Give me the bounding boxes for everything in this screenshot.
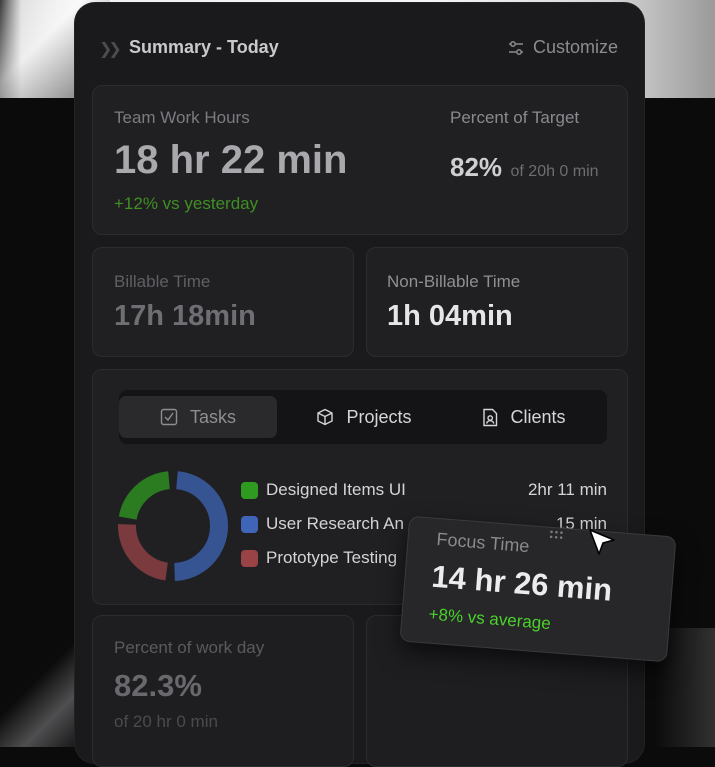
contact-file-icon bbox=[483, 408, 498, 426]
work-day-of: of 20 hr 0 min bbox=[114, 712, 218, 731]
legend-item[interactable]: Prototype Testing bbox=[241, 545, 397, 571]
donut-segment bbox=[118, 471, 171, 521]
tab-projects[interactable]: Projects bbox=[299, 396, 429, 438]
tab-tasks[interactable]: Tasks bbox=[119, 396, 277, 438]
work-day-card: Percent of work day 82.3% of 20 hr 0 min bbox=[92, 615, 354, 767]
chevrons-right-icon[interactable]: ❯❯ bbox=[99, 39, 122, 59]
legend-item[interactable]: User Research An bbox=[241, 511, 404, 537]
tab-clients-label: Clients bbox=[510, 406, 566, 427]
legend-swatch bbox=[241, 515, 258, 533]
target-of: of 20h 0 min bbox=[510, 163, 599, 180]
non-billable-time-card: Non-Billable Time 1h 04min bbox=[366, 247, 628, 357]
work-hours-label: Team Work Hours bbox=[114, 108, 250, 127]
donut-segment bbox=[173, 471, 228, 581]
cursor-arrow-icon bbox=[589, 529, 615, 555]
billable-label: Billable Time bbox=[114, 272, 211, 291]
team-work-hours-card: Team Work Hours 18 hr 22 min +12% vs yes… bbox=[92, 85, 628, 235]
customize-label: Customize bbox=[532, 37, 618, 57]
focus-value: 14 hr 26 min bbox=[430, 558, 614, 608]
legend-swatch bbox=[241, 481, 258, 499]
legend-label: Prototype Testing bbox=[266, 548, 398, 567]
drag-handle-icon[interactable] bbox=[549, 530, 564, 541]
legend-label: Designed Items UI bbox=[266, 480, 406, 499]
customize-button[interactable]: Customize bbox=[507, 37, 618, 58]
tab-projects-label: Projects bbox=[346, 406, 412, 427]
non-billable-label: Non-Billable Time bbox=[387, 272, 521, 291]
non-billable-value: 1h 04min bbox=[387, 300, 513, 332]
work-day-value: 82.3% bbox=[114, 668, 202, 703]
donut-segment bbox=[118, 524, 169, 581]
breakdown-donut-chart bbox=[118, 471, 228, 581]
target-label: Percent of Target bbox=[450, 108, 580, 127]
billable-value: 17h 18min bbox=[114, 300, 256, 332]
breakdown-tabs: Tasks Projects Clients bbox=[119, 390, 607, 444]
work-hours-change: +12% vs yesterday bbox=[114, 194, 259, 213]
panel-title: Summary - Today bbox=[129, 37, 279, 57]
tab-clients[interactable]: Clients bbox=[464, 396, 584, 438]
panel-header: ❯❯ Summary - Today Customize bbox=[75, 3, 644, 87]
legend-swatch bbox=[241, 549, 258, 567]
tab-tasks-label: Tasks bbox=[189, 406, 236, 427]
billable-time-card: Billable Time 17h 18min bbox=[92, 247, 354, 357]
work-hours-value: 18 hr 22 min bbox=[114, 138, 348, 182]
sliders-icon bbox=[508, 40, 523, 55]
checkbox-icon bbox=[160, 408, 178, 426]
work-day-label: Percent of work day bbox=[114, 638, 265, 657]
legend-label: User Research An bbox=[266, 514, 404, 533]
cube-icon bbox=[317, 408, 334, 426]
focus-time-card[interactable]: Focus Time 14 hr 26 min +8% vs average bbox=[399, 515, 677, 663]
target-summary: 82% of 20h 0 min bbox=[450, 152, 599, 183]
target-percent: 82% bbox=[450, 152, 503, 182]
focus-label: Focus Time bbox=[435, 528, 531, 557]
legend-item[interactable]: Designed Items UI bbox=[241, 477, 406, 503]
focus-change: +8% vs average bbox=[427, 604, 552, 634]
legend-value: 2hr 11 min bbox=[527, 480, 607, 499]
